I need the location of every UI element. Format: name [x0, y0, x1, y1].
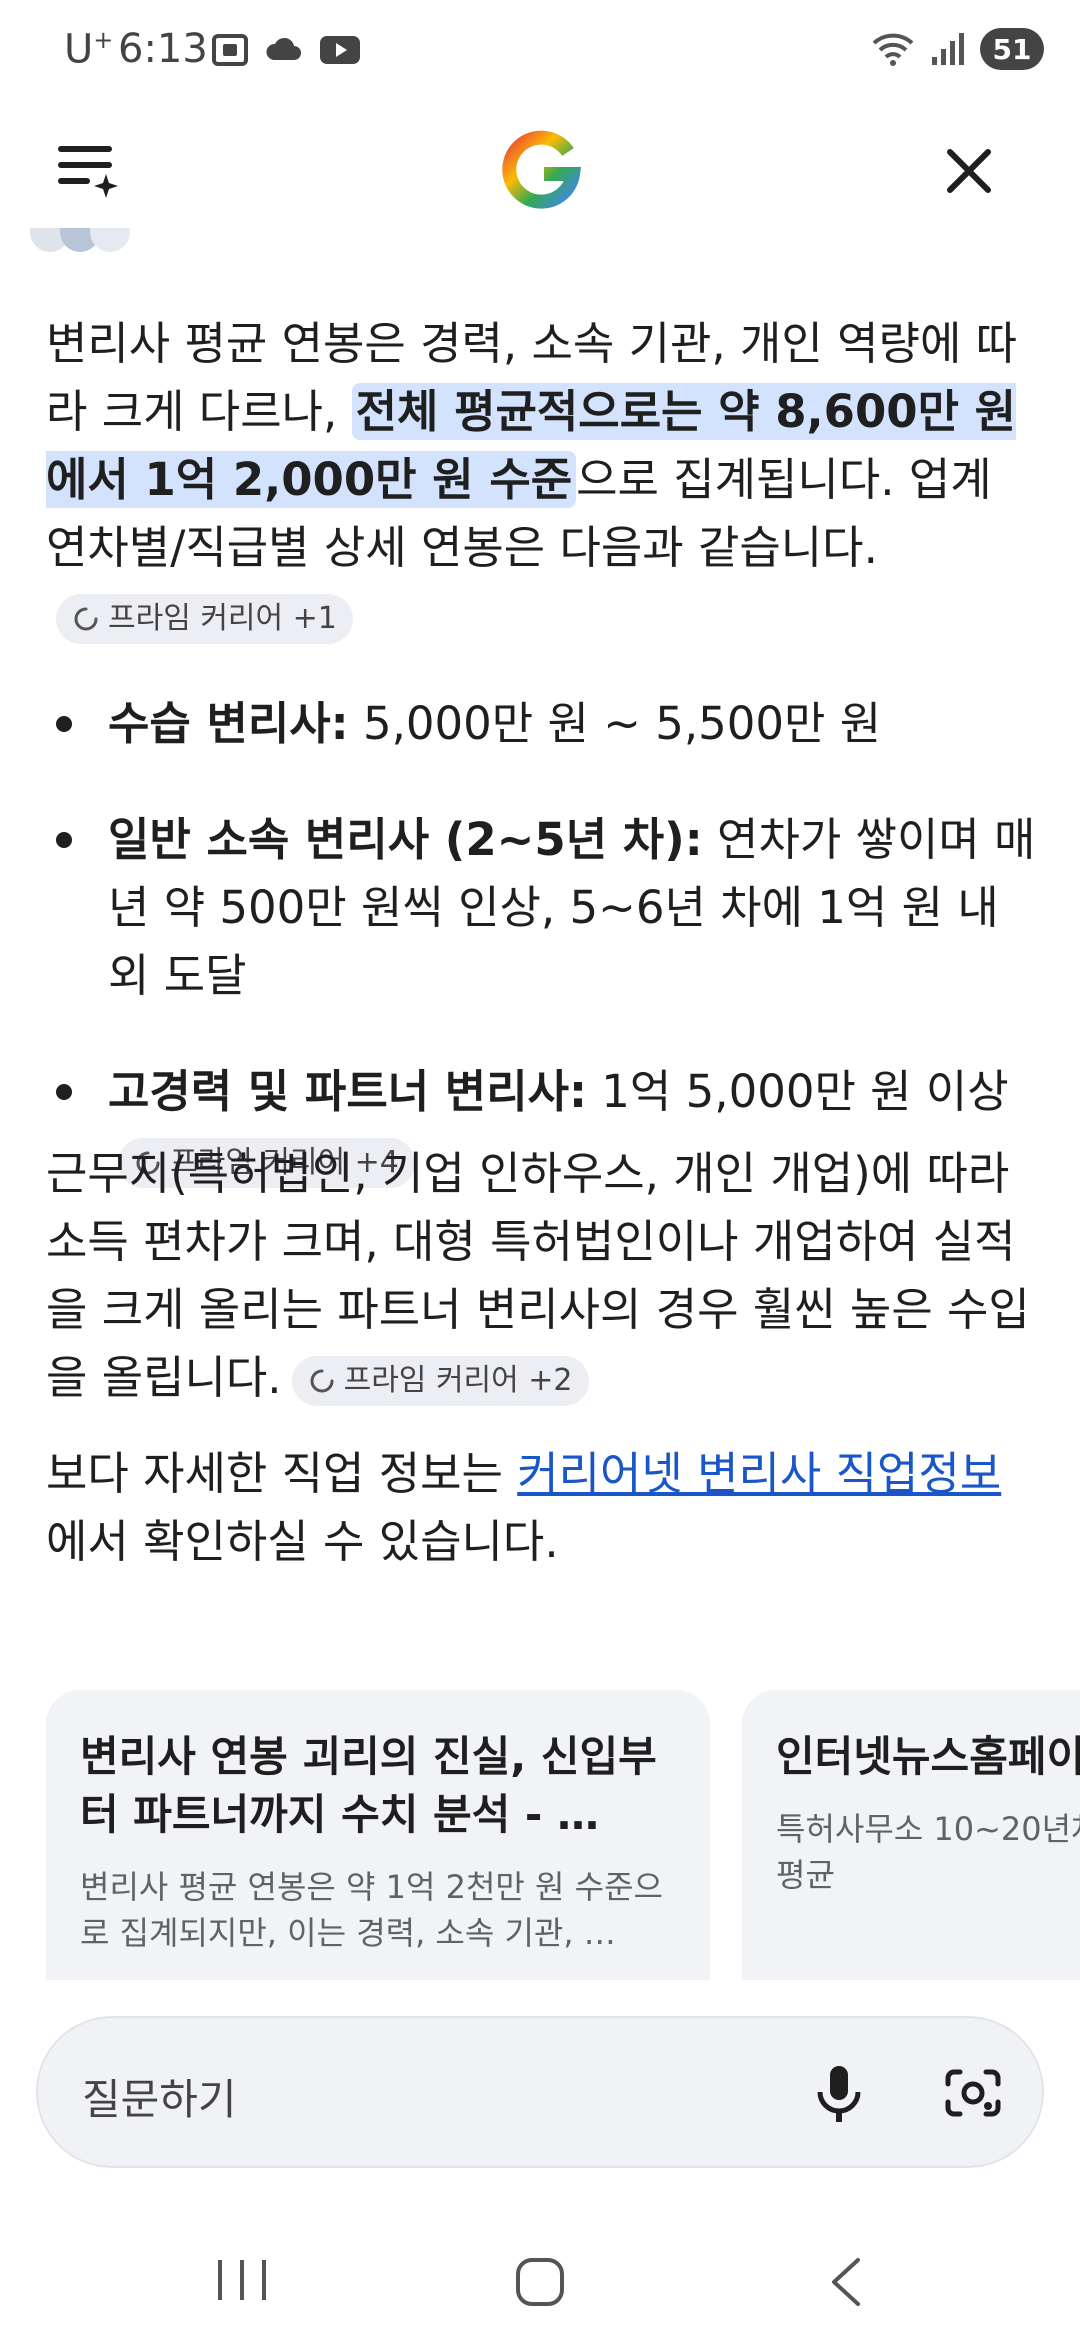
answer-paragraph-2: 근무지(특허법인, 기업 인하우스, 개인 개업)에 따라 소득 편차가 크며,… [46, 1147, 1030, 1406]
carrier-label: U+ [64, 26, 114, 73]
card-snippet: 변리사 평균 연봉은 약 1억 2천만 원 수준으로 집계되지만, 이는 경력,… [80, 1868, 663, 1952]
status-bar: U+ 6:13 51 [0, 0, 1080, 100]
signal-icon [932, 33, 964, 65]
status-time: 6:13 [118, 26, 208, 72]
battery-indicator: 51 [980, 28, 1044, 70]
google-g-logo-icon [496, 122, 586, 212]
card-title: 변리사 연봉 괴리의 진실, 신입부터 파트너까지 수치 분석 - … [80, 1732, 657, 1839]
source-chip[interactable]: 프라임 커리어 +2 [291, 1356, 589, 1406]
menu-sparkle-icon[interactable] [54, 136, 124, 206]
source-link-icon [74, 607, 98, 631]
careernet-link[interactable]: 커리어넷 변리사 직업정보 [517, 1447, 1001, 1500]
source-link-icon [310, 1369, 334, 1393]
answer-paragraph-3: 보다 자세한 직업 정보는 커리어넷 변리사 직업정보에서 확인하실 수 있습니… [46, 1447, 1002, 1568]
ask-input-placeholder[interactable]: 질문하기 [82, 2066, 237, 2127]
source-cards-carousel[interactable]: 변리사 연봉 괴리의 진실, 신입부터 파트너까지 수치 분석 - … 변리사 … [46, 1690, 1080, 1980]
list-item: 수습 변리사: 5,000만 원 ~ 5,500만 원 [46, 690, 1036, 758]
app-header [0, 110, 1080, 220]
card-snippet: 특허사무소 10~20년차 은 9600만원, 전체 평균 [776, 1810, 1080, 1894]
partial-source-icons [30, 228, 170, 262]
youtube-icon [320, 36, 360, 64]
microphone-icon[interactable] [804, 2058, 874, 2128]
status-notification-icons [210, 30, 362, 70]
home-icon[interactable] [514, 2256, 566, 2308]
status-system-icons: 51 [870, 28, 1044, 70]
list-item: 일반 소속 변리사 (2~5년 차): 연차가 쌓이며 매년 약 500만 원씩… [46, 806, 1036, 1010]
bullet-dot [56, 716, 72, 732]
card-title: 인터넷뉴스홈페이지 웹 [776, 1732, 1080, 1781]
wifi-icon [872, 33, 914, 66]
system-nav-bar [0, 2220, 1080, 2340]
screenshot-icon [212, 34, 248, 66]
source-card[interactable]: 변리사 연봉 괴리의 진실, 신입부터 파트너까지 수치 분석 - … 변리사 … [46, 1690, 710, 1980]
back-icon[interactable] [826, 2256, 866, 2308]
source-card[interactable]: 인터넷뉴스홈페이지 웹 특허사무소 10~20년차 은 9600만원, 전체 평… [742, 1690, 1080, 1980]
bullet-dot [56, 832, 72, 848]
close-icon[interactable] [934, 136, 1004, 206]
answer-paragraph-1: 변리사 평균 연봉은 경력, 소속 기관, 개인 역량에 따라 크게 다르나, … [46, 310, 1036, 650]
source-chip[interactable]: 프라임 커리어 +1 [56, 594, 353, 644]
camera-lens-icon[interactable] [938, 2058, 1008, 2128]
recent-apps-icon[interactable] [212, 2256, 272, 2304]
bullet-dot [56, 1084, 72, 1100]
cloud-icon [266, 37, 301, 60]
ask-input-bar[interactable]: 질문하기 [36, 2016, 1044, 2168]
